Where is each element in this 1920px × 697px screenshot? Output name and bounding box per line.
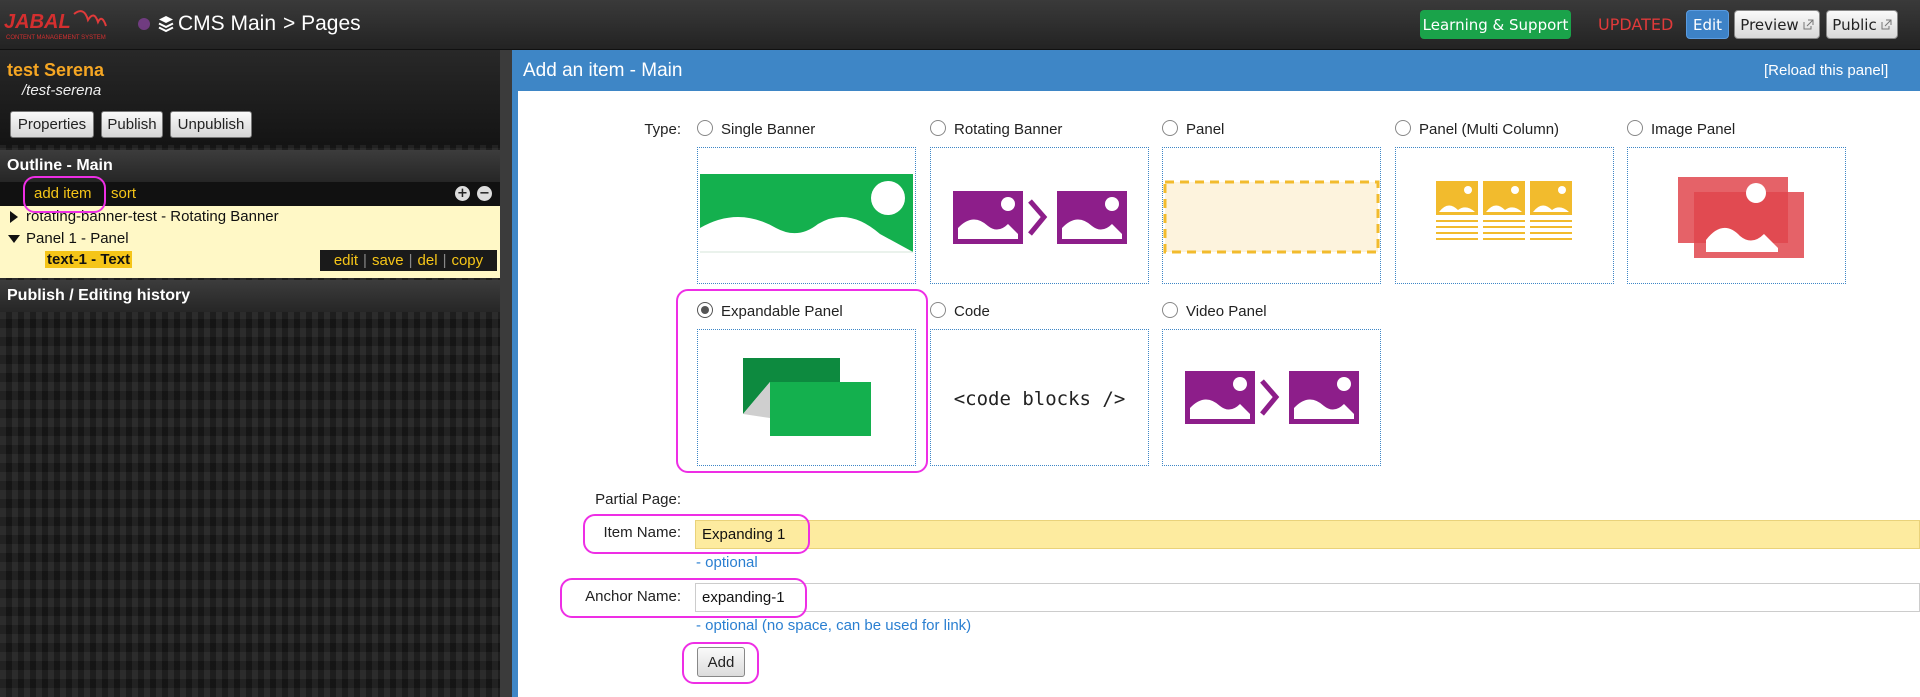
outline-title: Outline - Main — [0, 150, 500, 182]
type-option-label[interactable]: Image Panel — [1651, 121, 1735, 138]
partial-page-label: Partial Page: — [595, 491, 681, 508]
type-option-label[interactable]: Code — [954, 303, 990, 320]
rotating-banner-icon[interactable] — [930, 147, 1149, 284]
preview-label: Preview — [1740, 15, 1799, 34]
type-option-label[interactable]: Panel (Multi Column) — [1419, 121, 1559, 138]
single-banner-radio[interactable] — [697, 120, 713, 136]
type-option-label[interactable]: Panel — [1186, 121, 1224, 138]
sort-link[interactable]: sort — [111, 185, 136, 202]
video-panel-icon[interactable] — [1162, 329, 1381, 466]
expand-all-icon[interactable]: + — [455, 186, 470, 201]
single-banner-icon[interactable] — [697, 147, 916, 284]
logo-tagline: CONTENT MANAGEMENT SYSTEM — [6, 35, 106, 41]
type-label: Type: — [644, 121, 681, 138]
rotating-banner-radio[interactable] — [930, 120, 946, 136]
type-option-label[interactable]: Single Banner — [721, 121, 815, 138]
code-thumb-text: <code blocks /> — [953, 388, 1126, 410]
page-path: /test-serena — [22, 82, 102, 99]
type-option-label[interactable]: Rotating Banner — [954, 121, 1062, 138]
tree-item-label[interactable]: rotating-banner-test - Rotating Banner — [26, 208, 279, 225]
panel-divider[interactable] — [500, 50, 512, 697]
expandable-panel-icon[interactable] — [697, 329, 916, 466]
breadcrumb-pages[interactable]: > Pages — [283, 12, 361, 36]
unpublish-button[interactable]: Unpublish — [170, 111, 252, 138]
tree-item-label[interactable]: Panel 1 - Panel — [26, 230, 129, 247]
external-link-icon — [1803, 19, 1814, 30]
edit-link[interactable]: edit — [334, 252, 358, 269]
status-updated: UPDATED — [1598, 15, 1674, 34]
publish-button[interactable]: Publish — [101, 111, 163, 138]
preview-button[interactable]: Preview — [1734, 10, 1820, 39]
panel-title: Add an item - Main — [523, 60, 683, 81]
outline-tree: rotating-banner-test - Rotating Banner P… — [0, 206, 500, 278]
multi-column-radio[interactable] — [1395, 120, 1411, 136]
top-bar: JABAL CONTENT MANAGEMENT SYSTEM CMS Main… — [0, 0, 1920, 50]
reload-panel-link[interactable]: [Reload this panel] — [1764, 62, 1888, 79]
anchor-name-hint: - optional (no space, can be used for li… — [696, 617, 972, 634]
outline-toolbar: add item sort + − — [0, 182, 500, 206]
caret-right-icon[interactable] — [10, 211, 18, 223]
expandable-panel-radio[interactable] — [697, 302, 713, 318]
public-label: Public — [1832, 15, 1877, 34]
del-link[interactable]: del — [418, 252, 438, 269]
logo-text: JABAL — [4, 11, 71, 33]
video-panel-radio[interactable] — [1162, 302, 1178, 318]
image-panel-icon[interactable] — [1627, 147, 1846, 284]
code-radio[interactable] — [930, 302, 946, 318]
history-title[interactable]: Publish / Editing history — [0, 280, 500, 312]
sidebar: test Serena /test-serena Properties Publ… — [0, 50, 500, 697]
row-actions: edit | save | del | copy — [320, 250, 497, 271]
tree-item-label[interactable]: text-1 - Text — [45, 251, 133, 268]
properties-button[interactable]: Properties — [10, 111, 94, 138]
panel-radio[interactable] — [1162, 120, 1178, 136]
type-option-label[interactable]: Expandable Panel — [721, 303, 843, 320]
anchor-name-label: Anchor Name: — [585, 588, 681, 605]
tree-item-selected[interactable]: text-1 - Text edit | save | del | copy — [0, 250, 500, 272]
collapse-all-icon[interactable]: − — [477, 186, 492, 201]
item-name-label: Item Name: — [603, 524, 681, 541]
image-panel-radio[interactable] — [1627, 120, 1643, 136]
sidebar-header: test Serena /test-serena Properties Publ… — [0, 50, 500, 145]
panel-icon[interactable] — [1162, 147, 1381, 284]
panel-header: Add an item - Main [Reload this panel] — [512, 50, 1920, 91]
jabal-logo[interactable]: JABAL CONTENT MANAGEMENT SYSTEM — [4, 6, 152, 44]
public-button[interactable]: Public — [1826, 10, 1898, 39]
stack-icon — [158, 15, 174, 33]
copy-link[interactable]: copy — [451, 252, 483, 269]
tree-item[interactable]: Panel 1 - Panel — [0, 228, 500, 250]
add-button[interactable]: Add — [697, 647, 745, 677]
edit-button[interactable]: Edit — [1686, 10, 1729, 39]
external-link-icon — [1881, 19, 1892, 30]
multi-column-icon[interactable] — [1395, 147, 1614, 284]
item-name-hint: - optional — [696, 554, 758, 571]
learning-support-button[interactable]: Learning & Support — [1420, 10, 1571, 39]
anchor-name-input[interactable] — [695, 583, 1920, 612]
code-icon[interactable]: <code blocks /> — [930, 329, 1149, 466]
caret-down-icon[interactable] — [8, 235, 20, 243]
item-name-input[interactable] — [695, 520, 1920, 549]
add-item-link[interactable]: add item — [34, 185, 92, 202]
tree-item[interactable]: rotating-banner-test - Rotating Banner — [0, 206, 500, 228]
save-link[interactable]: save — [372, 252, 404, 269]
page-title: test Serena — [7, 60, 105, 80]
breadcrumb-cms-main[interactable]: CMS Main — [178, 12, 276, 36]
type-option-label[interactable]: Video Panel — [1186, 303, 1267, 320]
